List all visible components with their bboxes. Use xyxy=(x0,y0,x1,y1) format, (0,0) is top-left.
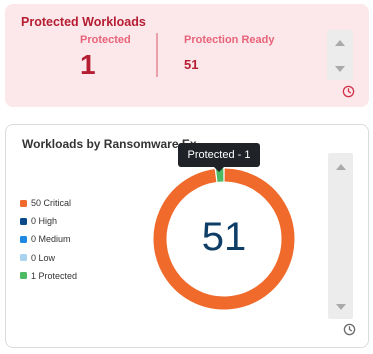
protected-label: Protected xyxy=(80,34,131,46)
donut-center-value: 51 xyxy=(202,215,247,259)
legend-scrollbar[interactable] xyxy=(328,153,353,319)
legend-label: 0 Medium xyxy=(31,234,71,245)
legend-swatch xyxy=(20,199,27,207)
protected-workloads-title: Protected Workloads xyxy=(21,15,146,29)
arrow-down-icon[interactable] xyxy=(335,66,345,72)
protected-value: 1 xyxy=(80,49,96,80)
legend-label: 0 Low xyxy=(31,252,56,263)
chart-tooltip: Protected - 1 xyxy=(178,143,260,172)
metrics-scrollbar[interactable] xyxy=(327,30,353,80)
clock-icon[interactable] xyxy=(343,323,356,336)
legend-item-protected[interactable]: 1 Protected xyxy=(20,267,77,285)
arrow-up-icon[interactable] xyxy=(335,164,346,170)
legend-label: 1 Protected xyxy=(31,270,78,281)
protection-ready-value: 51 xyxy=(184,57,199,72)
tooltip-pointer xyxy=(214,167,224,172)
legend-item-critical[interactable]: 50 Critical xyxy=(20,194,77,212)
legend-swatch xyxy=(20,254,27,262)
ransomware-exposure-card: Workloads by Ransomware Ex 50 Critical 0… xyxy=(5,124,369,348)
protected-workloads-card: Protected Workloads Protected 1 Protecti… xyxy=(5,4,369,107)
metric-divider xyxy=(156,33,158,77)
legend-item-low[interactable]: 0 Low xyxy=(20,249,77,267)
legend-swatch xyxy=(20,272,27,280)
legend-label: 0 High xyxy=(31,216,58,227)
ransomware-donut-chart[interactable]: 51 xyxy=(152,167,296,311)
legend-item-high[interactable]: 0 High xyxy=(20,212,77,230)
chart-legend: 50 Critical 0 High 0 Medium 0 Low 1 Prot… xyxy=(20,194,77,285)
clock-icon[interactable] xyxy=(342,85,355,98)
arrow-down-icon[interactable] xyxy=(335,304,346,310)
legend-item-medium[interactable]: 0 Medium xyxy=(20,230,77,248)
protection-ready-label: Protection Ready xyxy=(184,34,275,46)
ransomware-card-title: Workloads by Ransomware Ex xyxy=(22,137,197,151)
arrow-up-icon[interactable] xyxy=(335,40,345,46)
legend-label: 50 Critical xyxy=(31,198,72,209)
tooltip-text: Protected - 1 xyxy=(187,149,251,161)
legend-swatch xyxy=(20,235,27,243)
legend-swatch xyxy=(20,217,27,225)
